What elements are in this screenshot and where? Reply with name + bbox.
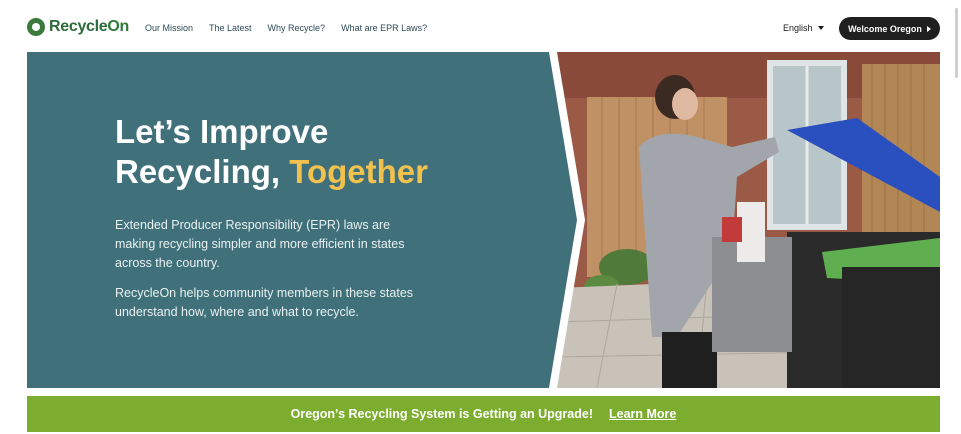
hero-paragraph-recycleon: RecycleOn helps community members in the… [115,286,414,319]
announcement-banner: Oregon’s Recycling System is Getting an … [27,396,940,432]
hero-title-accent: Together [289,153,428,190]
site-header: RecycleOn Our Mission The Latest Why Rec… [0,0,961,56]
welcome-button[interactable]: Welcome Oregon [839,17,940,40]
page-scrollbar[interactable] [955,8,958,78]
logo[interactable]: RecycleOn [27,18,129,36]
logo-text-recycle: Recycle [49,18,108,35]
banner-text: Oregon’s Recycling System is Getting an … [290,407,593,421]
hero-section: Let’s Improve Recycling, Together Extend… [27,52,940,388]
language-selector[interactable]: English [783,23,824,33]
main-nav: Our Mission The Latest Why Recycle? What… [145,23,427,33]
logo-text-on: On [107,18,130,35]
logo-text: RecycleOn [49,18,129,36]
nav-what-are-epr-laws[interactable]: What are EPR Laws? [341,23,427,33]
play-arrow-icon [926,25,931,32]
hero-title-line2: Recycling, Together [115,152,428,192]
nav-our-mission[interactable]: Our Mission [145,23,193,33]
chevron-down-icon [817,26,824,30]
recycle-logo-icon [27,18,45,36]
hero-title-line1: Let’s Improve [115,113,329,150]
nav-the-latest[interactable]: The Latest [209,23,252,33]
hero-paragraph-epr: Extended Producer Responsibility (EPR) l… [115,218,405,270]
nav-why-recycle[interactable]: Why Recycle? [268,23,326,33]
hero-title-plain: Recycling, [115,153,290,190]
language-label: English [783,23,813,33]
welcome-button-label: Welcome Oregon [848,23,922,34]
learn-more-link[interactable]: Learn More [609,407,676,421]
hero-title: Let’s Improve Recycling, Together [115,112,428,192]
hero-photo [557,52,940,388]
